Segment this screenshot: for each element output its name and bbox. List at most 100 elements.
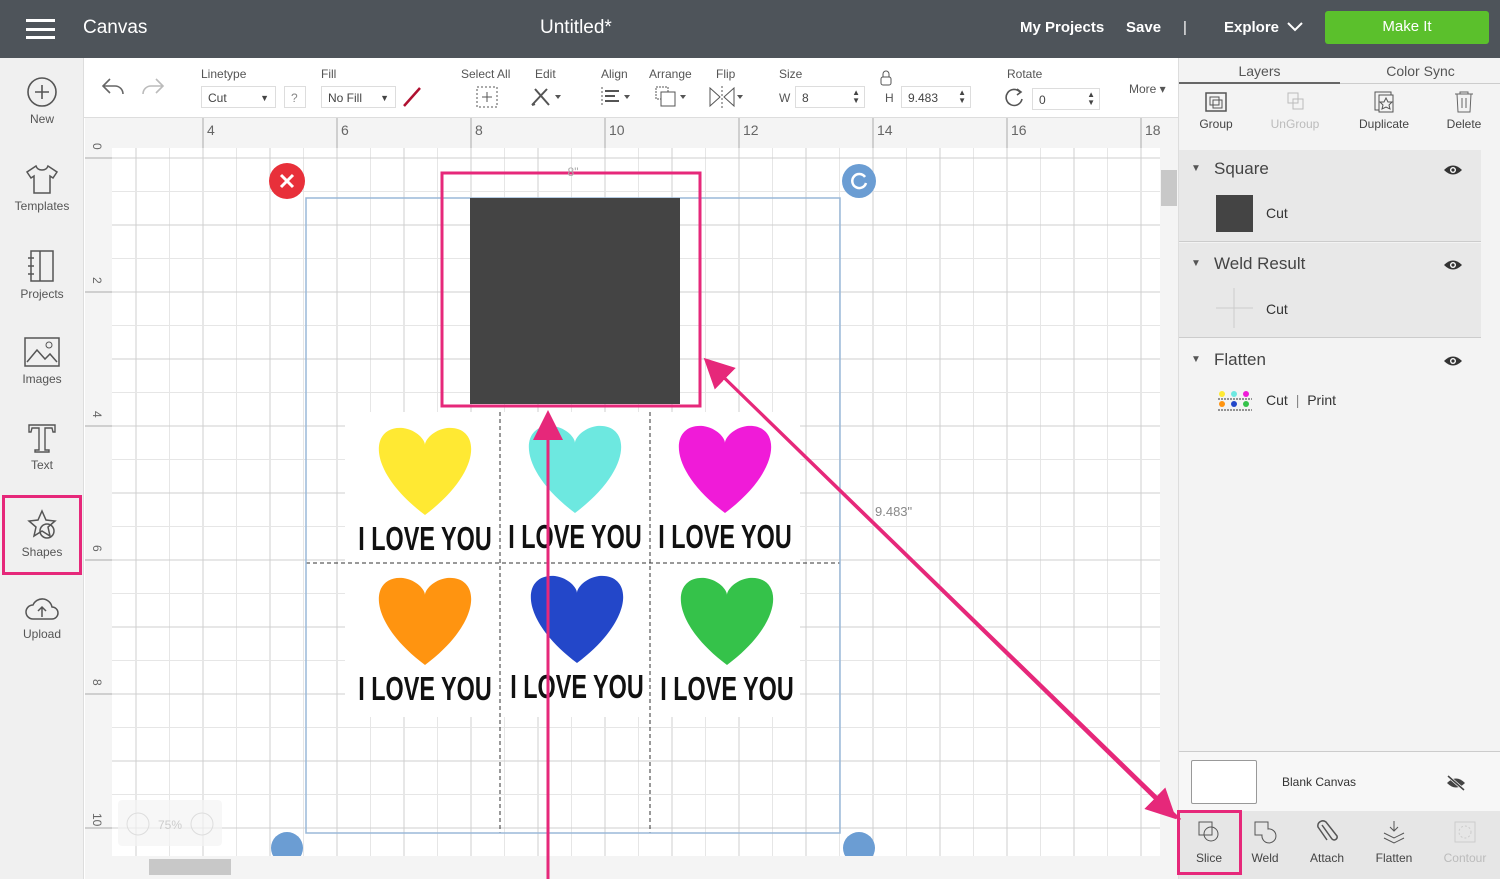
shirt-icon (25, 164, 59, 194)
eye-icon[interactable] (1443, 354, 1463, 368)
text-icon (28, 424, 56, 453)
ruler-x-label: 8 (475, 122, 483, 138)
group-icon (1205, 92, 1227, 112)
select-all-label: Select All (461, 67, 511, 81)
ruler-x-label: 6 (341, 122, 349, 138)
width-dimension: 8" (568, 165, 579, 179)
square-shape (470, 198, 680, 404)
tab-layers[interactable]: Layers (1179, 58, 1340, 84)
group-button[interactable]: Group (1181, 90, 1251, 131)
weld-button[interactable]: Weld (1239, 819, 1291, 865)
sidebar-item-images[interactable]: Images (0, 318, 84, 404)
layer-square[interactable]: ▼ Square Cut (1179, 150, 1481, 242)
layer-thumbnail (1218, 391, 1252, 411)
app-name: Canvas (83, 17, 148, 38)
make-it-button[interactable]: Make It (1325, 11, 1489, 44)
layer-weld-result[interactable]: ▼ Weld Result Cut (1179, 243, 1481, 338)
sidebar-item-new[interactable]: New (0, 58, 84, 144)
attach-button[interactable]: Attach (1299, 819, 1355, 865)
menu-icon[interactable] (26, 19, 55, 39)
tile-text: I LOVE YOU (660, 671, 793, 708)
align-label: Align (601, 67, 628, 81)
ruler-x-label: 16 (1011, 122, 1027, 138)
more-menu[interactable]: More ▾ (1129, 82, 1166, 96)
ungroup-button[interactable]: UnGroup (1259, 90, 1331, 131)
tile-text: I LOVE YOU (658, 519, 791, 556)
duplicate-icon (1374, 91, 1394, 113)
sidebar-item-label: Text (30, 458, 53, 472)
horizontal-scroll-thumb (149, 859, 231, 875)
undo-icon[interactable] (100, 76, 126, 98)
layer-flatten[interactable]: ▼ Flatten Cut | Print (1179, 339, 1481, 429)
slice-highlight (1177, 810, 1242, 875)
sidebar-item-projects[interactable]: Projects (0, 231, 84, 317)
height-input[interactable]: 9.483 ▲ ▼ (901, 86, 971, 108)
eye-hidden-icon[interactable] (1445, 774, 1467, 792)
sidebar-item-label: Projects (20, 287, 64, 301)
fill-label: Fill (321, 67, 337, 81)
collapse-icon[interactable]: ▼ (1191, 354, 1201, 365)
delete-button[interactable]: Delete (1434, 90, 1494, 131)
height-label: H (885, 91, 894, 105)
select-all-icon[interactable] (475, 85, 499, 109)
linetype-select[interactable]: Cut ▼ (201, 86, 276, 108)
linetype-label: Linetype (201, 67, 247, 81)
lock-icon[interactable] (879, 70, 893, 86)
explore-menu[interactable]: Explore (1224, 19, 1279, 36)
contour-button[interactable]: Contour (1435, 819, 1495, 865)
my-projects-link[interactable]: My Projects (1020, 19, 1104, 36)
edit-tools-icon[interactable] (529, 85, 563, 109)
top-bar: Canvas Untitled* My Projects Save | Expl… (0, 0, 1500, 58)
weld-icon (1254, 821, 1277, 844)
duplicate-button[interactable]: Duplicate (1349, 90, 1419, 131)
eye-icon[interactable] (1443, 258, 1463, 272)
ruler-y-label: 6 (90, 545, 104, 552)
layer-thumbnail (1216, 288, 1253, 328)
width-input[interactable]: 8 ▲ ▼ (795, 86, 865, 108)
left-ruler (85, 118, 112, 879)
flip-icon[interactable] (708, 85, 744, 109)
rotate-handle (842, 164, 876, 198)
plus-circle-icon (27, 77, 57, 107)
ruler-x-label: 10 (609, 122, 625, 138)
sidebar-item-templates[interactable]: Templates (0, 145, 84, 231)
collapse-icon[interactable]: ▼ (1191, 258, 1201, 269)
eye-icon[interactable] (1443, 163, 1463, 177)
arrange-icon[interactable] (654, 85, 688, 109)
ruler-x-label: 12 (743, 122, 759, 138)
left-sidebar: New Templates Projects Images Text Shape… (0, 58, 84, 879)
separator: | (1295, 392, 1300, 408)
contour-icon (1454, 821, 1476, 843)
collapse-icon[interactable]: ▼ (1191, 163, 1201, 174)
ruler-y-label: 2 (90, 277, 104, 284)
ruler-y-label: 8 (90, 679, 104, 686)
chevron-down-icon[interactable] (1286, 20, 1304, 34)
rotate-icon[interactable] (1004, 87, 1026, 107)
blank-canvas-label: Blank Canvas (1282, 775, 1357, 789)
fill-select[interactable]: No Fill ▼ (321, 86, 396, 108)
sidebar-item-upload[interactable]: Upload (0, 577, 84, 663)
sidebar-item-label: Upload (22, 627, 62, 641)
tile-text: I LOVE YOU (358, 521, 491, 558)
blank-canvas-row[interactable]: Blank Canvas (1179, 751, 1500, 811)
rotate-input[interactable]: 0 ▲ ▼ (1032, 88, 1100, 110)
trash-icon (1455, 91, 1473, 113)
fill-color-swatch[interactable] (400, 86, 424, 108)
redo-icon[interactable] (140, 76, 166, 98)
flip-label: Flip (716, 67, 736, 81)
help-button[interactable]: ? (284, 86, 306, 108)
zoom-level: 75% (158, 818, 182, 832)
shapes-highlight (2, 495, 82, 575)
ruler-y-label: 4 (90, 411, 104, 418)
sidebar-item-text[interactable]: Text (0, 404, 84, 490)
canvas-color-swatch[interactable] (1191, 760, 1257, 804)
design-canvas[interactable]: 4 6 8 10 12 14 16 18 0 2 4 6 8 10 I LOVE YOU I LOVE YOU… (85, 118, 1178, 879)
save-link[interactable]: Save (1126, 19, 1161, 36)
paperclip-icon (1317, 820, 1338, 841)
align-icon[interactable] (600, 86, 632, 108)
ruler-y-label: 10 (90, 813, 104, 827)
tab-color-sync[interactable]: Color Sync (1340, 58, 1500, 84)
layer-type-print: Print (1307, 392, 1337, 408)
layer-name: Weld Result (1214, 254, 1306, 273)
flatten-button[interactable]: Flatten (1364, 819, 1424, 865)
